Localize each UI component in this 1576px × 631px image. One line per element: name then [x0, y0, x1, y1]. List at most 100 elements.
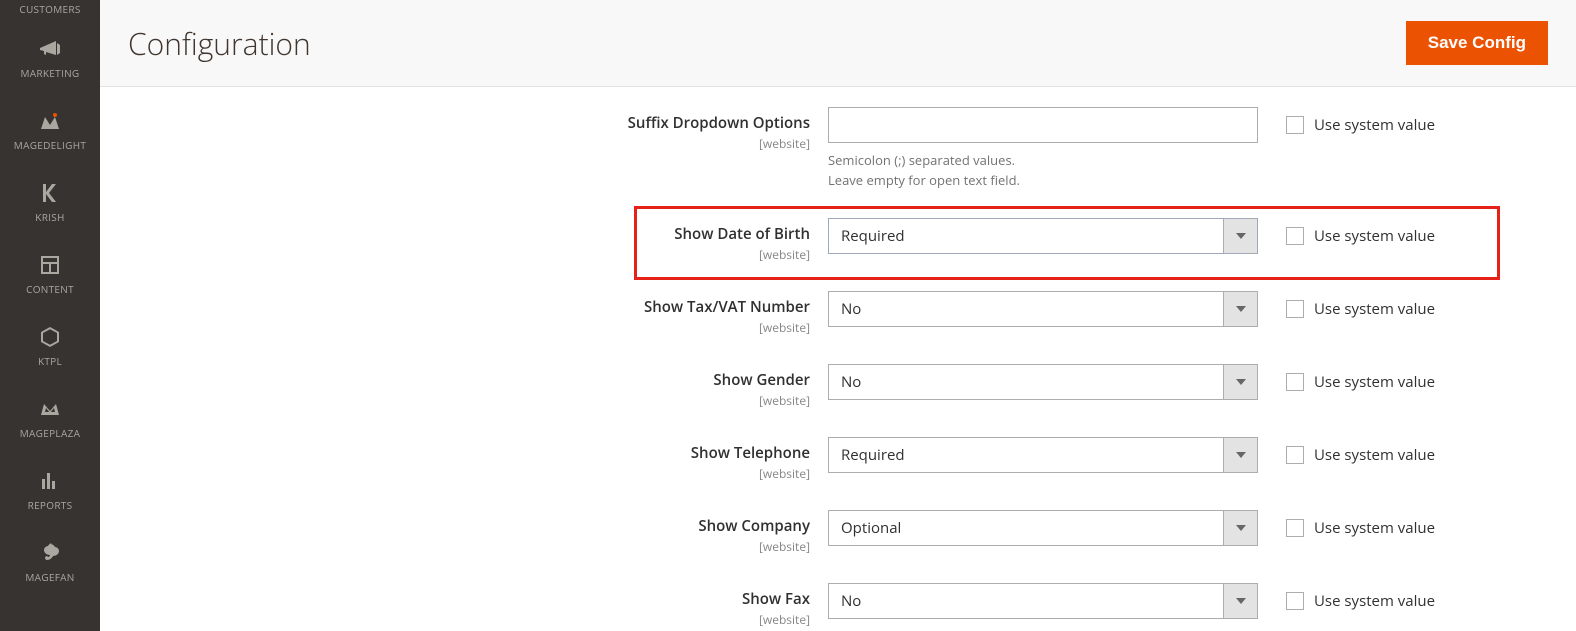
sidebar-item-magedelight[interactable]: MAGEDELIGHT — [0, 94, 100, 166]
select-value: Optional — [829, 518, 1223, 538]
field-label-col: Suffix Dropdown Options [website] — [128, 107, 828, 152]
config-form: Suffix Dropdown Options [website] Semico… — [100, 87, 1576, 631]
megaphone-icon — [37, 36, 63, 62]
use-system-checkbox[interactable] — [1286, 592, 1304, 610]
field-label: Show Company — [128, 516, 810, 536]
sidebar-label: MAGEFAN — [25, 570, 74, 584]
mageplaza-icon — [37, 396, 63, 422]
select-value: No — [829, 372, 1223, 392]
field-label-col: Show Telephone [website] — [128, 437, 828, 482]
admin-sidebar: CUSTOMERS MARKETING MAGEDELIGHT KRISH CO… — [0, 0, 100, 631]
use-system-label: Use system value — [1314, 591, 1435, 611]
sidebar-item-krish[interactable]: KRISH — [0, 166, 100, 238]
field-scope: [website] — [128, 319, 810, 336]
use-system-checkbox[interactable] — [1286, 227, 1304, 245]
field-row-telephone: Show Telephone [website] Required Use sy… — [128, 437, 1548, 482]
sidebar-label: MAGEDELIGHT — [14, 138, 86, 152]
chevron-down-icon — [1223, 584, 1257, 618]
content-icon — [37, 252, 63, 278]
use-system-label: Use system value — [1314, 226, 1435, 246]
company-select[interactable]: Optional — [828, 510, 1258, 546]
field-label-col: Show Tax/VAT Number [website] — [128, 291, 828, 336]
field-scope: [website] — [128, 538, 810, 555]
suffix-input-wrap — [828, 107, 1258, 143]
field-control-col: Optional — [828, 510, 1258, 546]
reports-icon — [37, 468, 63, 494]
sidebar-label: CONTENT — [26, 282, 74, 296]
field-label: Show Gender — [128, 370, 810, 390]
telephone-select[interactable]: Required — [828, 437, 1258, 473]
select-value: Required — [829, 226, 1223, 246]
field-label-col: Show Company [website] — [128, 510, 828, 555]
use-system-col: Use system value — [1286, 107, 1435, 135]
field-row-dob: Show Date of Birth [website] Required Us… — [128, 218, 1548, 263]
field-label-col: Show Gender [website] — [128, 364, 828, 409]
field-label: Show Tax/VAT Number — [128, 297, 810, 317]
page-header: Configuration Save Config — [100, 0, 1576, 87]
sidebar-item-ktpl[interactable]: KTPL — [0, 310, 100, 382]
fax-select[interactable]: No — [828, 583, 1258, 619]
select-value: Required — [829, 445, 1223, 465]
main-content: Configuration Save Config Suffix Dropdow… — [100, 0, 1576, 631]
chevron-down-icon — [1223, 511, 1257, 545]
field-row-taxvat: Show Tax/VAT Number [website] No Use sys… — [128, 291, 1548, 336]
field-scope: [website] — [128, 465, 810, 482]
sidebar-label: REPORTS — [28, 498, 73, 512]
suffix-input[interactable] — [829, 108, 1257, 142]
field-label-col: Show Date of Birth [website] — [128, 218, 828, 263]
use-system-col: Use system value — [1286, 437, 1435, 465]
magefan-icon — [37, 540, 63, 566]
use-system-col: Use system value — [1286, 510, 1435, 538]
use-system-col: Use system value — [1286, 218, 1435, 246]
sidebar-item-customers[interactable]: CUSTOMERS — [0, 0, 100, 22]
use-system-label: Use system value — [1314, 372, 1435, 392]
field-scope: [website] — [128, 611, 810, 628]
taxvat-select[interactable]: No — [828, 291, 1258, 327]
use-system-label: Use system value — [1314, 115, 1435, 135]
field-control-col: No — [828, 583, 1258, 619]
magedelight-icon — [37, 108, 63, 134]
field-label: Show Fax — [128, 589, 810, 609]
save-config-button[interactable]: Save Config — [1406, 21, 1548, 65]
use-system-label: Use system value — [1314, 299, 1435, 319]
gender-select[interactable]: No — [828, 364, 1258, 400]
dob-select[interactable]: Required — [828, 218, 1258, 254]
use-system-checkbox[interactable] — [1286, 519, 1304, 537]
field-row-company: Show Company [website] Optional Use syst… — [128, 510, 1548, 555]
chevron-down-icon — [1223, 438, 1257, 472]
chevron-down-icon — [1223, 219, 1257, 253]
use-system-label: Use system value — [1314, 518, 1435, 538]
sidebar-label: MAGEPLAZA — [20, 426, 80, 440]
field-row-suffix: Suffix Dropdown Options [website] Semico… — [128, 107, 1548, 190]
sidebar-item-magefan[interactable]: MAGEFAN — [0, 526, 100, 598]
sidebar-item-content[interactable]: CONTENT — [0, 238, 100, 310]
use-system-col: Use system value — [1286, 583, 1435, 611]
sidebar-label: KRISH — [35, 210, 64, 224]
select-value: No — [829, 591, 1223, 611]
use-system-col: Use system value — [1286, 291, 1435, 319]
field-label: Show Telephone — [128, 443, 810, 463]
sidebar-label: MARKETING — [21, 66, 80, 80]
use-system-label: Use system value — [1314, 445, 1435, 465]
use-system-checkbox[interactable] — [1286, 116, 1304, 134]
field-scope: [website] — [128, 392, 810, 409]
use-system-checkbox[interactable] — [1286, 300, 1304, 318]
field-control-col: No — [828, 291, 1258, 327]
krish-icon — [37, 180, 63, 206]
use-system-checkbox[interactable] — [1286, 373, 1304, 391]
sidebar-item-reports[interactable]: REPORTS — [0, 454, 100, 526]
hexagon-icon — [37, 324, 63, 350]
page-title: Configuration — [128, 23, 311, 64]
field-control-col: Semicolon (;) separated values. Leave em… — [828, 107, 1258, 190]
field-row-fax: Show Fax [website] No Use system value — [128, 583, 1548, 628]
field-label-col: Show Fax [website] — [128, 583, 828, 628]
sidebar-label: KTPL — [38, 354, 62, 368]
sidebar-item-marketing[interactable]: MARKETING — [0, 22, 100, 94]
suffix-helper: Semicolon (;) separated values. Leave em… — [828, 151, 1258, 190]
use-system-checkbox[interactable] — [1286, 446, 1304, 464]
field-label: Show Date of Birth — [128, 224, 810, 244]
sidebar-item-mageplaza[interactable]: MAGEPLAZA — [0, 382, 100, 454]
use-system-col: Use system value — [1286, 364, 1435, 392]
field-control-col: Required — [828, 218, 1258, 254]
field-control-col: No — [828, 364, 1258, 400]
